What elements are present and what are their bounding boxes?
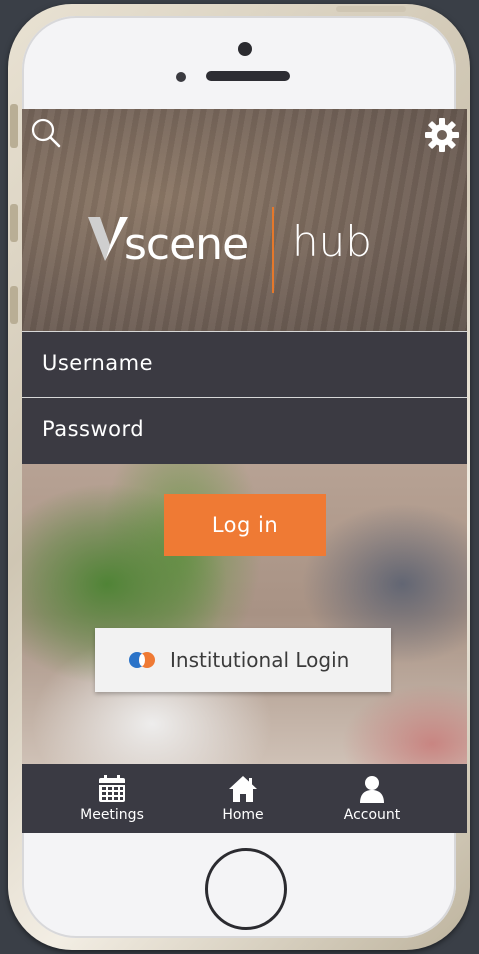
tab-meetings[interactable]: Meetings (52, 764, 172, 833)
app-screen: scene hub Username Password Log in Insti… (22, 109, 467, 833)
mute-switch (10, 104, 18, 148)
front-camera (238, 42, 252, 56)
tab-meetings-label: Meetings (80, 807, 144, 823)
logo-hub-text: hub (292, 217, 372, 266)
volume-down-button (10, 286, 18, 324)
tab-home-label: Home (222, 807, 264, 823)
institutional-login-button[interactable]: Institutional Login (95, 628, 391, 692)
v-logo-icon (88, 217, 128, 261)
password-field[interactable]: Password (22, 397, 467, 461)
search-icon[interactable] (30, 117, 62, 149)
home-button[interactable] (205, 848, 287, 930)
tab-account-label: Account (343, 807, 401, 823)
hero-banner: scene hub (22, 109, 467, 331)
home-icon (229, 776, 257, 802)
proximity-sensor (176, 72, 186, 82)
institution-icon (129, 652, 155, 668)
logo-wordmark: scene (124, 219, 249, 270)
login-button[interactable]: Log in (164, 494, 326, 556)
logo-divider (272, 207, 274, 293)
calendar-icon (99, 775, 125, 802)
volume-up-button (10, 204, 18, 242)
power-button (336, 6, 406, 12)
institutional-login-label: Institutional Login (170, 648, 350, 672)
earpiece-speaker (206, 71, 290, 81)
tab-account[interactable]: Account (312, 764, 432, 833)
gear-icon[interactable] (424, 117, 460, 153)
account-icon (360, 776, 384, 803)
bottom-tab-bar: Meetings Home Account (22, 764, 467, 833)
username-field[interactable]: Username (22, 331, 467, 395)
tab-home[interactable]: Home (183, 764, 303, 833)
vscene-hub-logo: scene hub (88, 207, 388, 295)
